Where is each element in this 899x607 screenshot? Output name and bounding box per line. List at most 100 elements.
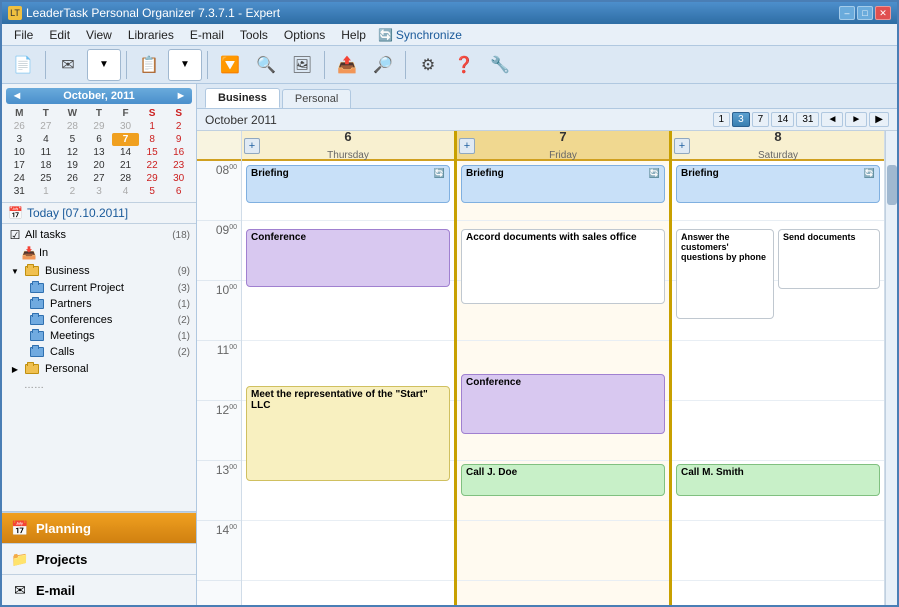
nav-email[interactable]: ✉ E-mail xyxy=(2,574,196,605)
toolbar-find-button[interactable]: 🔎 xyxy=(366,49,400,81)
cal-day[interactable]: 11 xyxy=(33,146,60,159)
cal-day[interactable]: 14 xyxy=(112,146,139,159)
view-3day[interactable]: 3 xyxy=(732,112,750,127)
cal-day[interactable]: 29 xyxy=(139,172,166,185)
cal-day[interactable]: 1 xyxy=(139,120,166,133)
cal-day[interactable]: 4 xyxy=(33,133,60,146)
menu-help[interactable]: Help xyxy=(333,26,374,44)
event-send-8[interactable]: Send documents xyxy=(778,229,880,289)
sync-button[interactable]: 🔄 Synchronize xyxy=(378,28,462,42)
cal-day[interactable]: 3 xyxy=(6,133,33,146)
event-callj-7[interactable]: Call J. Doe xyxy=(461,464,665,496)
cal-day[interactable]: 27 xyxy=(86,172,113,185)
cal-day[interactable]: 19 xyxy=(59,159,86,172)
today-label[interactable]: 📅 Today [07.10.2011] xyxy=(2,203,196,224)
event-conference-7[interactable]: Conference xyxy=(461,374,665,434)
cal-day[interactable]: 18 xyxy=(33,159,60,172)
toolbar-help-button[interactable]: ❓ xyxy=(447,49,481,81)
cal-day[interactable]: 22 xyxy=(139,159,166,172)
toolbar-search-button[interactable]: 🔍 xyxy=(249,49,283,81)
toolbar-task-dropdown[interactable]: ▼ xyxy=(168,49,202,81)
cal-day[interactable]: 8 xyxy=(139,133,166,146)
view-prev[interactable]: ◄ xyxy=(821,112,843,127)
cal-day[interactable]: 10 xyxy=(6,146,33,159)
cal-day[interactable]: 6 xyxy=(86,133,113,146)
cal-day[interactable]: 12 xyxy=(59,146,86,159)
tree-item-inbox[interactable]: 📥 In xyxy=(2,244,196,262)
cal-day[interactable]: 5 xyxy=(139,185,166,198)
menu-view[interactable]: View xyxy=(78,26,120,44)
menu-libraries[interactable]: Libraries xyxy=(120,26,182,44)
cal-day[interactable]: 29 xyxy=(86,120,113,133)
event-accord-7[interactable]: Accord documents with sales office xyxy=(461,229,665,304)
tree-item-business[interactable]: ▼ Business (9) xyxy=(2,262,196,280)
cal-day[interactable]: 16 xyxy=(165,146,192,159)
cal-day[interactable]: 1 xyxy=(33,185,60,198)
tab-business[interactable]: Business xyxy=(205,88,280,108)
cal-day[interactable]: 13 xyxy=(86,146,113,159)
cal-day[interactable]: 21 xyxy=(112,159,139,172)
cal-day[interactable]: 5 xyxy=(59,133,86,146)
toolbar-task-button[interactable]: 📋 xyxy=(132,49,166,81)
view-today[interactable]: ▶ xyxy=(869,112,889,127)
tab-personal[interactable]: Personal xyxy=(282,89,351,108)
toolbar-email-button[interactable]: ✉ xyxy=(51,49,85,81)
tree-item-calls[interactable]: Calls (2) xyxy=(2,344,196,360)
cal-day[interactable]: 28 xyxy=(59,120,86,133)
event-briefing-8[interactable]: Briefing 🔄 xyxy=(676,165,880,203)
event-briefing-6[interactable]: Briefing 🔄 xyxy=(246,165,450,203)
tree-item-personal[interactable]: ▶ Personal xyxy=(2,360,196,378)
mini-cal-prev[interactable]: ◄ xyxy=(10,90,24,102)
toolbar-send-button[interactable]: 📤 xyxy=(330,49,364,81)
event-conference-6[interactable]: Conference xyxy=(246,229,450,287)
tree-item-partners[interactable]: Partners (1) xyxy=(2,296,196,312)
cal-day[interactable]: 24 xyxy=(6,172,33,185)
view-1day[interactable]: 1 xyxy=(713,112,731,127)
view-14day[interactable]: 14 xyxy=(771,112,794,127)
view-7day[interactable]: 7 xyxy=(752,112,770,127)
tree-item-meetings[interactable]: Meetings (1) xyxy=(2,328,196,344)
scrollbar[interactable] xyxy=(885,131,897,605)
nav-planning[interactable]: 📅 Planning xyxy=(2,512,196,543)
cal-day[interactable]: 27 xyxy=(33,120,60,133)
cal-day[interactable]: 28 xyxy=(112,172,139,185)
add-event-button-6[interactable]: + xyxy=(244,138,260,154)
cal-day[interactable]: 26 xyxy=(6,120,33,133)
cal-day[interactable]: 17 xyxy=(6,159,33,172)
cal-day[interactable]: 9 xyxy=(165,133,192,146)
tree-item-current-project[interactable]: Current Project (3) xyxy=(2,280,196,296)
cal-day[interactable]: 30 xyxy=(112,120,139,133)
cal-day[interactable]: 26 xyxy=(59,172,86,185)
view-31day[interactable]: 31 xyxy=(796,112,819,127)
cal-day[interactable]: 25 xyxy=(33,172,60,185)
cal-day[interactable]: 2 xyxy=(165,120,192,133)
close-button[interactable]: ✕ xyxy=(875,6,891,20)
cal-day[interactable]: 20 xyxy=(86,159,113,172)
menu-tools[interactable]: Tools xyxy=(232,26,276,44)
mini-cal-next[interactable]: ► xyxy=(174,90,188,102)
cal-day[interactable]: 30 xyxy=(165,172,192,185)
view-next[interactable]: ► xyxy=(845,112,867,127)
toolbar-image-button[interactable]: 🖼 xyxy=(285,49,319,81)
cal-day[interactable]: 6 xyxy=(165,185,192,198)
toolbar-new-button[interactable]: 📄 xyxy=(6,49,40,81)
toolbar-email-dropdown[interactable]: ▼ xyxy=(87,49,121,81)
cal-day[interactable]: 4 xyxy=(112,185,139,198)
menu-options[interactable]: Options xyxy=(276,26,333,44)
minimize-button[interactable]: – xyxy=(839,6,855,20)
event-answer-8[interactable]: Answer the customers' questions by phone xyxy=(676,229,774,319)
event-briefing-7[interactable]: Briefing 🔄 xyxy=(461,165,665,203)
cal-day[interactable]: 31 xyxy=(6,185,33,198)
menu-file[interactable]: File xyxy=(6,26,41,44)
cal-day[interactable]: 3 xyxy=(86,185,113,198)
cal-day[interactable]: 23 xyxy=(165,159,192,172)
event-callm-8[interactable]: Call M. Smith xyxy=(676,464,880,496)
add-event-button-7[interactable]: + xyxy=(459,138,475,154)
cal-day[interactable]: 2 xyxy=(59,185,86,198)
nav-projects[interactable]: 📁 Projects xyxy=(2,543,196,574)
event-meet-6[interactable]: Meet the representative of the "Start" L… xyxy=(246,386,450,481)
toolbar-filter-button[interactable]: 🔽 xyxy=(213,49,247,81)
cal-day[interactable]: 15 xyxy=(139,146,166,159)
cal-day-today[interactable]: 7 xyxy=(112,133,139,146)
tree-item-all-tasks[interactable]: ☑ All tasks (18) xyxy=(2,226,196,244)
